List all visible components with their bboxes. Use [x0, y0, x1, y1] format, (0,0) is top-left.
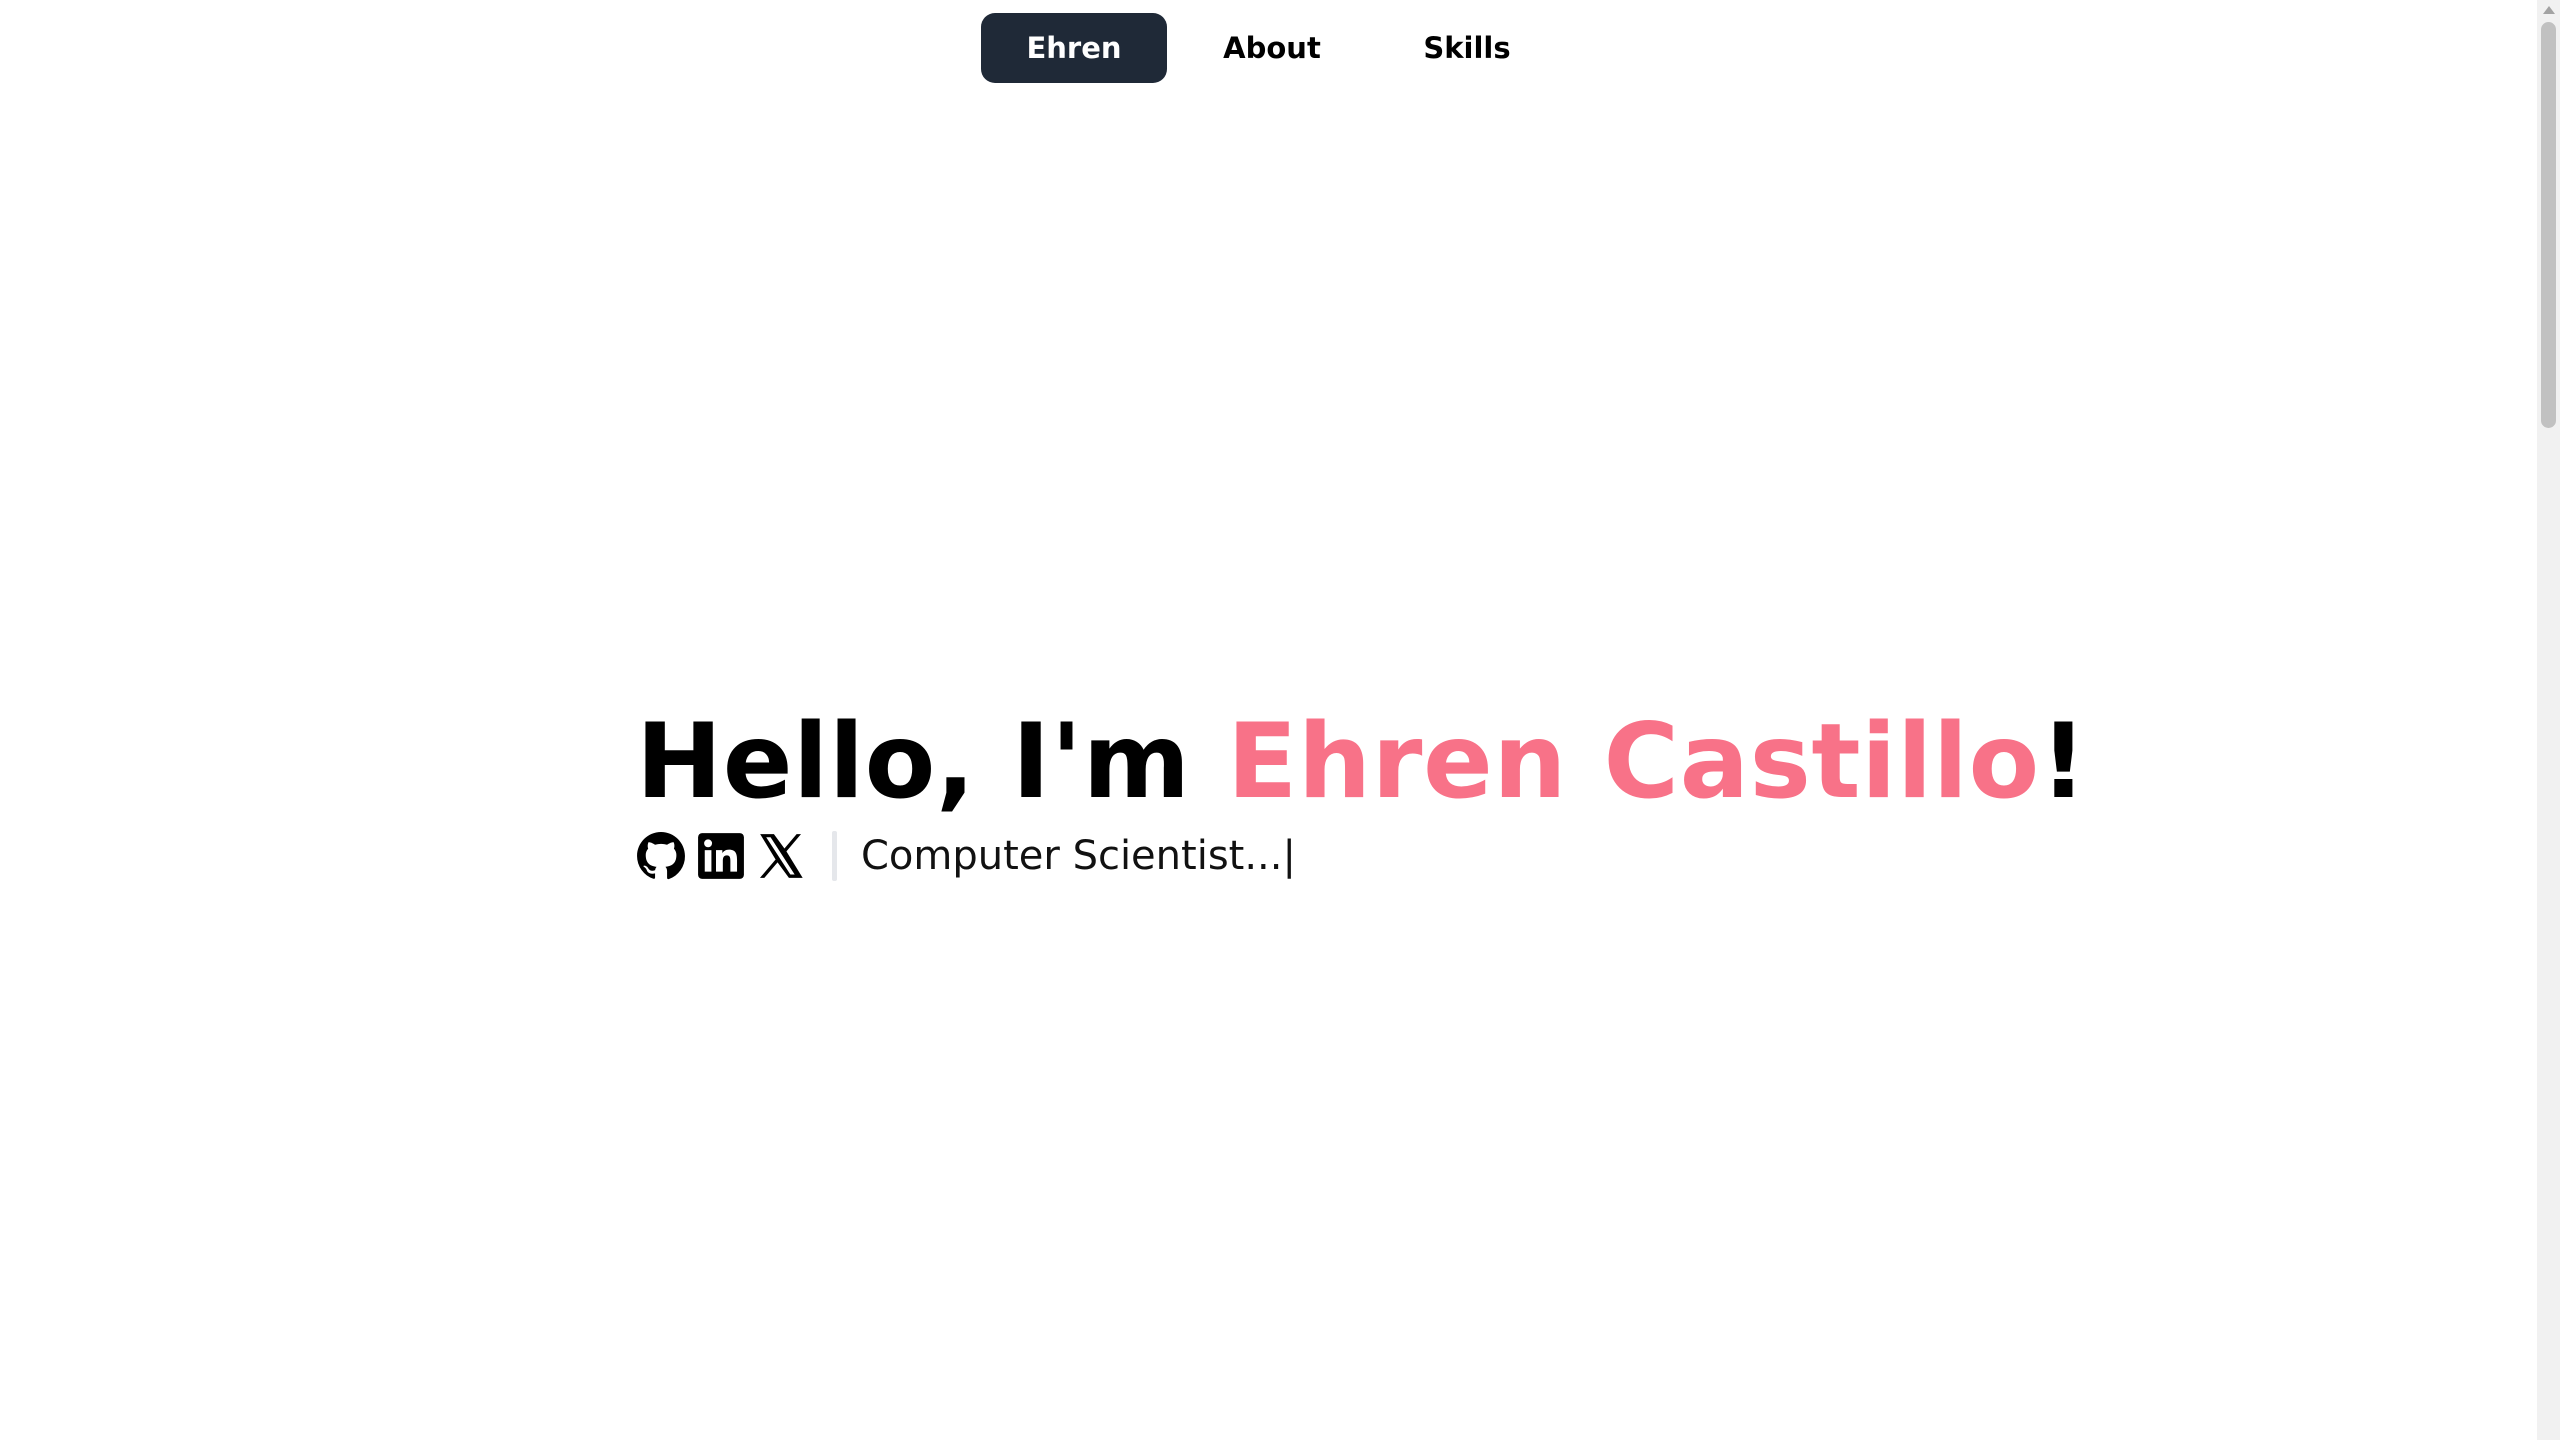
linkedin-icon[interactable] [696, 831, 746, 881]
nav-item-about[interactable]: About [1167, 13, 1377, 83]
nav-item-ehren[interactable]: Ehren [981, 13, 1167, 83]
hero-section: Hello, I'm Ehren Castillo! Computer Scie… [636, 700, 2087, 886]
x-icon[interactable] [756, 831, 806, 881]
vertical-scrollbar[interactable] [2537, 0, 2560, 1440]
hero-subline: Computer Scientist...| [636, 826, 2087, 886]
hero-title: Hello, I'm Ehren Castillo! [636, 700, 2087, 824]
github-icon[interactable] [636, 831, 686, 881]
scroll-up-icon[interactable] [2543, 6, 2555, 14]
top-nav: Ehren About Skills [981, 13, 1557, 83]
hero-greeting: Hello, I'm [636, 702, 1227, 822]
tagline-text: Computer Scientist... [861, 833, 1283, 879]
page: Ehren About Skills Hello, I'm Ehren Cast… [0, 0, 2560, 1440]
hero-name: Ehren Castillo [1226, 702, 2040, 822]
nav-item-skills[interactable]: Skills [1377, 13, 1557, 83]
typing-caret: | [1282, 833, 1296, 879]
hero-punctuation: ! [2039, 702, 2088, 822]
subline-divider [832, 831, 837, 881]
scrollbar-thumb[interactable] [2541, 22, 2556, 428]
tagline: Computer Scientist...| [861, 833, 1296, 879]
